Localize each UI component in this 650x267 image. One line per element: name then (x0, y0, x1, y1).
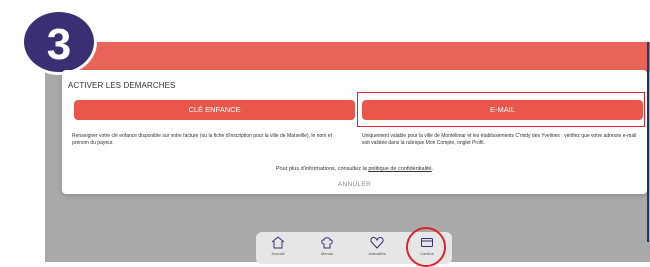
privacy-info-text: Pour plus d'informations, consultez la p… (62, 166, 647, 172)
dialog-title: ACTIVER LES DEMARCHES (68, 81, 176, 90)
nav-label-actualites: Actualités (368, 251, 386, 256)
cle-enfance-button[interactable]: CLÉ ENFANCE (74, 100, 355, 120)
email-description: Uniquement valable pour la ville de Mont… (362, 133, 637, 146)
cle-enfance-description: Renseigner votre clé enfance disponible … (72, 133, 332, 146)
chef-hat-icon (321, 237, 333, 249)
frame-edge (647, 42, 649, 242)
heart-icon (370, 236, 384, 249)
activate-procedures-dialog: ACTIVER LES DEMARCHES CLÉ ENFANCE E-MAIL… (62, 70, 647, 194)
step-number-badge: 3 (21, 9, 97, 75)
privacy-info-suffix: . (431, 166, 434, 172)
cantine-highlight-circle (406, 227, 446, 267)
nav-label-accueil: Accueil (271, 251, 285, 256)
nav-label-menus: Menus (320, 251, 333, 256)
nav-item-menus[interactable]: Menus (307, 236, 347, 256)
home-icon (271, 236, 285, 249)
nav-item-accueil[interactable]: Accueil (258, 236, 298, 256)
app-header-band (45, 42, 650, 72)
nav-item-actualites[interactable]: Actualités (357, 236, 397, 256)
cancel-button[interactable]: ANNULER (62, 181, 647, 188)
privacy-info-prefix: Pour plus d'informations, consultez la (275, 166, 369, 172)
privacy-policy-link[interactable]: politique de confidentialité (368, 166, 431, 172)
email-button[interactable]: E-MAIL (362, 100, 643, 120)
